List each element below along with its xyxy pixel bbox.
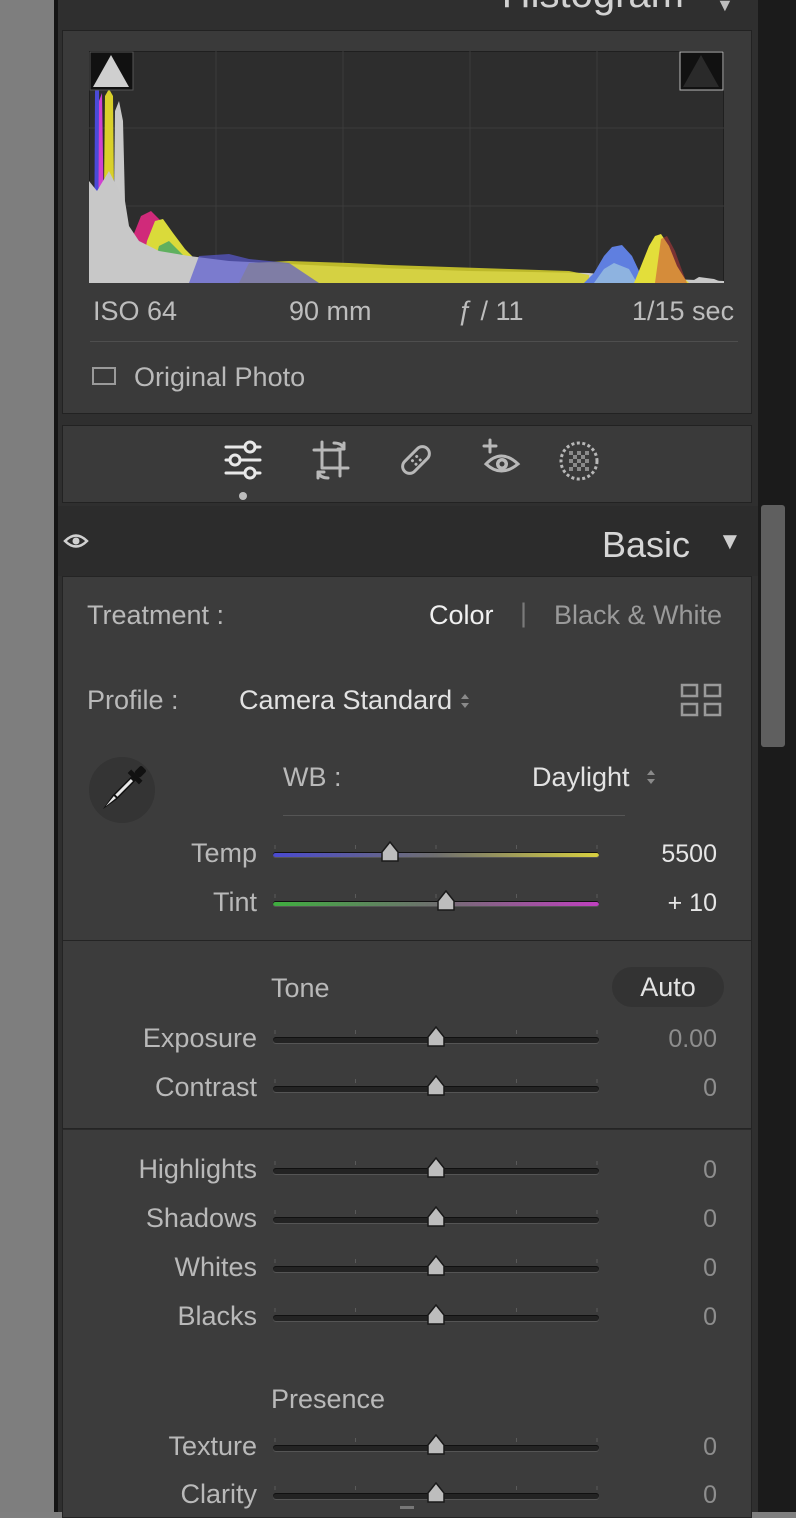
tint-slider-thumb[interactable] <box>436 890 456 912</box>
auto-tone-button[interactable]: Auto <box>612 967 724 1007</box>
wb-dropdown[interactable]: Daylight <box>532 762 630 793</box>
clarity-slider-thumb[interactable] <box>426 1482 446 1504</box>
scrollbar-track[interactable] <box>758 0 796 1512</box>
tone-title: Tone <box>271 973 330 1003</box>
scroll-indicator <box>400 1506 414 1509</box>
focal-length-readout: 90 mm <box>289 296 372 326</box>
basic-panel-title[interactable]: Basic <box>602 524 690 566</box>
blacks-slider-thumb[interactable] <box>426 1304 446 1326</box>
visibility-eye-icon[interactable] <box>63 532 89 550</box>
shutter-readout: 1/15 sec <box>632 296 735 326</box>
clarity-value[interactable]: 0 <box>607 1481 717 1510</box>
temp-value[interactable]: 5500 <box>607 840 717 869</box>
blacks-label[interactable]: Blacks <box>57 1301 257 1332</box>
treatment-color-option[interactable]: Color <box>429 600 494 631</box>
profile-browser-grid-icon[interactable] <box>680 683 722 717</box>
treatment-bw-option[interactable]: Black & White <box>554 600 722 631</box>
highlights-label[interactable]: Highlights <box>57 1154 257 1185</box>
scrollbar-thumb[interactable] <box>761 505 785 747</box>
wb-label: WB : <box>283 762 342 792</box>
texture-slider-thumb[interactable] <box>426 1434 446 1456</box>
crop-icon[interactable] <box>310 438 352 482</box>
shadows-value[interactable]: 0 <box>607 1205 717 1234</box>
original-photo-checkbox[interactable] <box>92 367 116 385</box>
texture-label[interactable]: Texture <box>57 1431 257 1462</box>
tint-value[interactable]: + 10 <box>607 889 717 918</box>
wb-underline <box>283 815 625 816</box>
whites-value[interactable]: 0 <box>607 1254 717 1283</box>
whites-slider-thumb[interactable] <box>426 1255 446 1277</box>
profile-dropdown[interactable]: Camera Standard <box>239 685 452 716</box>
texture-value[interactable]: 0 <box>607 1433 717 1462</box>
contrast-slider-thumb[interactable] <box>426 1075 446 1097</box>
updown-arrow-icon[interactable] <box>645 767 657 787</box>
highlights-value[interactable]: 0 <box>607 1156 717 1185</box>
shadows-slider-thumb[interactable] <box>426 1206 446 1228</box>
temp-slider-track[interactable] <box>273 852 599 857</box>
temp-slider-thumb[interactable] <box>380 841 400 863</box>
shadows-label[interactable]: Shadows <box>57 1203 257 1234</box>
exposure-label[interactable]: Exposure <box>57 1023 257 1054</box>
aperture-readout: ƒ / 11 <box>458 296 524 326</box>
collapse-triangle-icon[interactable]: ▼ <box>716 0 734 14</box>
edit-sliders-icon[interactable] <box>222 439 264 481</box>
original-photo-label[interactable]: Original Photo <box>134 362 305 393</box>
exposure-slider-thumb[interactable] <box>426 1026 446 1048</box>
whites-label[interactable]: Whites <box>57 1252 257 1283</box>
eyedropper-icon[interactable] <box>89 757 155 823</box>
masking-icon[interactable] <box>558 440 600 482</box>
active-tool-indicator <box>239 492 247 500</box>
healing-icon[interactable] <box>396 440 436 480</box>
exposure-value[interactable]: 0.00 <box>607 1025 717 1054</box>
presence-title: Presence <box>271 1384 386 1414</box>
updown-arrow-icon[interactable] <box>459 691 471 711</box>
histogram-title[interactable]: Histogram <box>502 0 684 14</box>
temp-slider-ticks <box>274 845 598 849</box>
blacks-value[interactable]: 0 <box>607 1303 717 1332</box>
treatment-label: Treatment : <box>87 600 225 630</box>
tint-label[interactable]: Tint <box>57 887 257 918</box>
temp-label[interactable]: Temp <box>57 838 257 869</box>
collapse-triangle-icon[interactable]: ▼ <box>718 528 742 556</box>
iso-readout: ISO 64 <box>93 296 178 326</box>
clarity-label[interactable]: Clarity <box>57 1479 257 1510</box>
contrast-value[interactable]: 0 <box>607 1074 717 1103</box>
left-gutter <box>0 0 54 1512</box>
profile-label: Profile : <box>87 685 179 715</box>
contrast-label[interactable]: Contrast <box>57 1072 257 1103</box>
red-eye-icon[interactable] <box>480 438 522 480</box>
divider <box>90 341 738 342</box>
highlights-slider-thumb[interactable] <box>426 1157 446 1179</box>
histogram-chart <box>89 51 724 283</box>
treatment-separator: | <box>520 598 528 628</box>
